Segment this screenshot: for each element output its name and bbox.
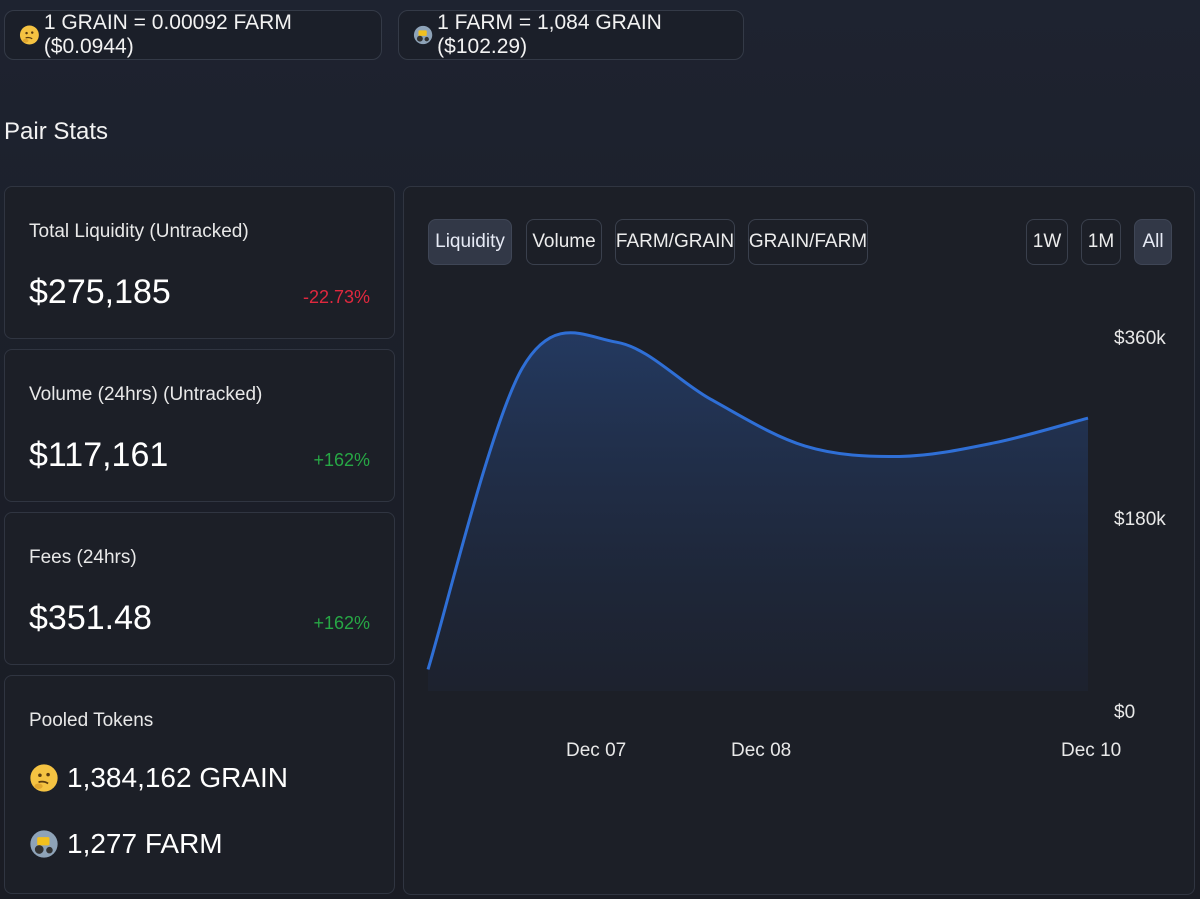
thinking-face-icon xyxy=(19,25,39,45)
fees-card: Fees (24hrs) $351.48 +162% xyxy=(4,512,395,665)
liquidity-chart: $360k $180k $0 Dec 07 Dec 08 Dec 10 xyxy=(426,328,1166,761)
tractor-icon xyxy=(413,25,433,45)
liquidity-value: $275,185 xyxy=(29,273,171,311)
tractor-icon xyxy=(30,830,58,858)
y-tick-bottom: $0 xyxy=(1114,702,1135,723)
grain-price-text: 1 GRAIN = 0.00092 FARM ($0.0944) xyxy=(43,11,292,58)
x-tick-dec07: Dec 07 xyxy=(566,740,626,761)
farm-price-text: 1 FARM = 1,084 GRAIN ($102.29) xyxy=(437,11,662,58)
pooled-tokens-card: Pooled Tokens 1,384,162 GRAIN 1,277 FARM xyxy=(4,675,395,894)
volume-value: $117,161 xyxy=(29,436,169,474)
pooled-farm-row: 1,277 FARM xyxy=(29,828,223,860)
price-pill-farm: 1 FARM = 1,084 GRAIN ($102.29) xyxy=(398,10,744,60)
volume-card: Volume (24hrs) (Untracked) $117,161 +162… xyxy=(4,349,395,502)
pooled-grain-amount: 1,384,162 GRAIN xyxy=(67,762,289,793)
fees-label: Fees (24hrs) xyxy=(29,547,137,568)
liquidity-change: -22.73% xyxy=(302,287,370,307)
pooled-farm-amount: 1,277 FARM xyxy=(67,828,223,859)
x-tick-dec08: Dec 08 xyxy=(731,740,791,761)
chart-card: Liquidity Volume FARM/GRAIN GRAIN/FARM 1… xyxy=(403,186,1195,895)
pooled-tokens-label: Pooled Tokens xyxy=(29,710,154,731)
liquidity-card: Total Liquidity (Untracked) $275,185 -22… xyxy=(4,186,395,339)
price-pill-grain: 1 GRAIN = 0.00092 FARM ($0.0944) xyxy=(4,10,382,60)
liquidity-label: Total Liquidity (Untracked) xyxy=(29,221,249,242)
y-tick-mid: $180k xyxy=(1114,509,1166,530)
fees-change: +162% xyxy=(313,613,370,633)
volume-change: +162% xyxy=(313,450,370,470)
y-tick-top: $360k xyxy=(1114,328,1166,349)
x-tick-dec10: Dec 10 xyxy=(1061,740,1121,761)
fees-value: $351.48 xyxy=(29,599,152,637)
section-title: Pair Stats xyxy=(4,118,109,145)
liquidity-area xyxy=(428,332,1088,691)
pooled-grain-row: 1,384,162 GRAIN xyxy=(29,762,288,794)
volume-label: Volume (24hrs) (Untracked) xyxy=(29,384,263,405)
thinking-face-icon xyxy=(30,764,58,792)
